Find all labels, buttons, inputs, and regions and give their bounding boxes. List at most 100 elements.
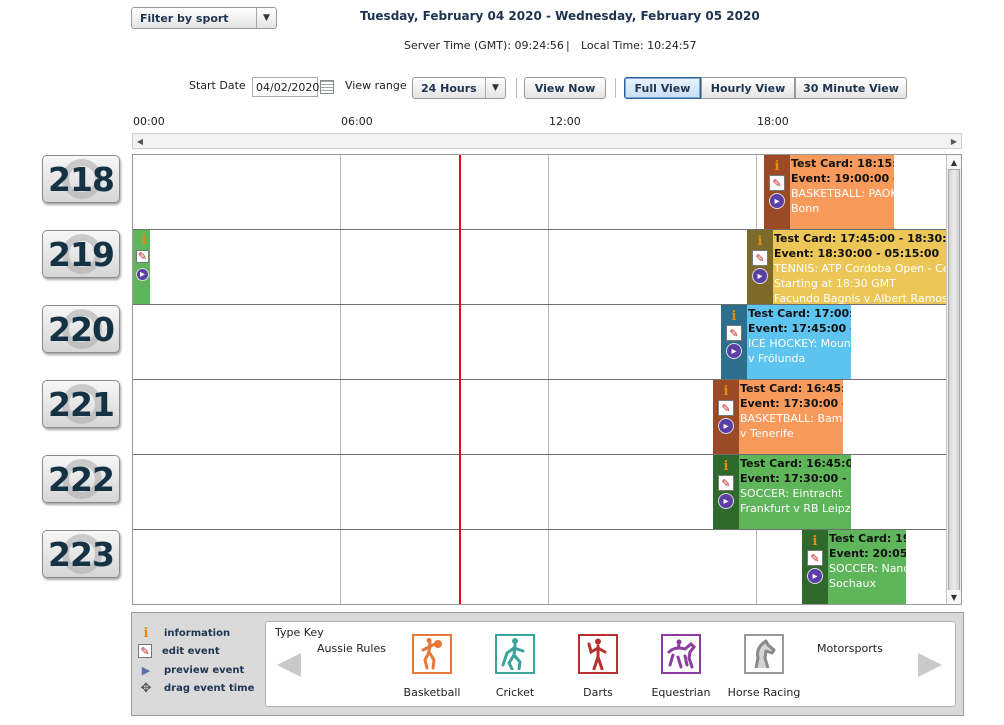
full-view-button[interactable]: Full View [624,77,701,99]
event-title: SOCCER: Nanc [829,562,906,575]
event-time: Event: 20:05:0 [829,547,906,560]
edit-icon[interactable]: ✎ [752,250,768,266]
preview-icon[interactable]: ▸ [718,493,734,509]
scroll-up-icon[interactable]: ▲ [947,155,961,169]
view-range-dropdown[interactable]: 24 Hours ▼ [412,77,506,99]
scroll-down-icon[interactable]: ▼ [947,590,961,604]
event-title: SOCCER: Eintracht [740,487,843,500]
channel-label: 221 [42,380,120,428]
start-date-field[interactable]: 04/02/2020 [252,77,319,97]
legend-edit-label: edit event [162,645,220,657]
info-icon[interactable]: i [769,158,785,174]
darts-icon[interactable] [578,634,618,674]
preview-icon[interactable]: ▸ [769,193,785,209]
event-subtitle: Frankfurt v RB Leipzig [740,502,851,515]
date-range-title: Tuesday, February 04 2020 - Wednesday, F… [360,9,760,23]
edit-icon[interactable]: ✎ [718,400,734,416]
info-icon[interactable]: i [718,458,734,474]
basketball-icon[interactable] [412,634,452,674]
cricket-icon[interactable] [495,634,535,674]
event-time: Event: 17:45:00 - 2 [748,322,851,335]
event-testcard-time: Test Card: 17:00:00 [748,307,851,320]
thirty-minute-view-button[interactable]: 30 Minute View [795,77,907,99]
channel-number: 222 [48,459,115,499]
hourly-view-button[interactable]: Hourly View [701,77,795,99]
sport-label-horse-racing: Horse Racing [727,686,801,699]
event-block[interactable]: i ✎ ▸ Test Card: 16:45:00 Event: 17:30:0… [713,380,843,454]
event-subtitle: Starting at 18:30 GMT [774,277,896,290]
sport-label-equestrian: Equestrian [651,686,711,699]
view-range-value: 24 Hours [421,81,477,95]
toolbar-divider [516,78,517,98]
preview-icon[interactable]: ▸ [718,418,734,434]
event-block[interactable]: i ✎ ▸ Test Card: 17:45:00 - 18:30:00 Eve… [747,230,947,304]
edit-icon[interactable]: ✎ [718,475,734,491]
horizontal-scrollbar[interactable]: ◀ ▶ [132,133,962,149]
event-title: ICE HOCKEY: Moun [748,337,851,350]
tick-label: 06:00 [341,115,373,128]
info-icon[interactable]: i [752,233,768,249]
next-arrow-icon[interactable] [918,653,942,677]
event-subtitle: v Tenerife [740,427,794,440]
info-icon[interactable]: i [136,232,150,248]
filter-by-sport-label: Filter by sport [140,11,229,25]
event-time: Event: 18:30:00 - 05:15:00 [774,247,940,260]
sport-label-aussie-rules[interactable]: Aussie Rules [317,642,386,655]
event-details: Test Card: 19: Event: 20:05:0 SOCCER: Na… [829,531,906,591]
legend-preview-label: preview event [164,664,245,676]
preview-icon[interactable]: ▸ [136,268,149,281]
scroll-right-icon[interactable]: ▶ [947,134,961,148]
legend-information-label: information [164,627,231,639]
prev-arrow-icon[interactable] [277,653,301,677]
server-time: Server Time (GMT): 09:24:56 [404,39,564,52]
event-time: Event: 17:30:00 - 20: [740,472,851,485]
event-subtitle: Bonn [791,202,820,215]
edit-icon[interactable]: ✎ [726,325,742,341]
channel-number: 223 [48,534,115,574]
scrollbar-thumb[interactable] [948,169,960,593]
sport-label-basketball: Basketball [403,686,461,699]
event-participants: Facundo Bagnis v Albert Ramos V [774,292,947,304]
event-block[interactable]: i ✎ ▸ Test Card: 17:00:00 Event: 17:45:0… [721,305,851,379]
event-title: BASKETBALL: Bamb [740,412,843,425]
event-details: Test Card: 16:45:00 Event: 17:30:00 - 2 … [740,381,843,441]
channel-number: 220 [48,309,115,349]
vertical-scrollbar[interactable]: ▲ ▼ [946,155,961,604]
event-block[interactable]: i ✎ ▸ [133,230,150,304]
info-icon: i [143,625,149,641]
edit-icon[interactable]: ✎ [807,550,823,566]
info-icon[interactable]: i [726,308,742,324]
event-details: Test Card: 17:45:00 - 18:30:00 Event: 18… [774,231,947,304]
event-block[interactable]: i ✎ ▸ Test Card: 16:45:00 - Event: 17:30… [713,455,851,529]
scroll-left-icon[interactable]: ◀ [133,134,147,148]
preview-icon[interactable]: ▸ [726,343,742,359]
sport-label-motorsports[interactable]: Motorsports [817,642,883,655]
info-icon[interactable]: i [807,533,823,549]
event-details: Test Card: 18:15:00 Event: 19:00:00 - 2 … [791,156,894,216]
equestrian-icon [667,639,697,669]
view-now-button[interactable]: View Now [524,77,606,99]
edit-icon: ✎ [138,644,152,658]
preview-icon[interactable]: ▸ [752,268,768,284]
legend-information: i information [138,625,231,641]
local-time: Local Time: 10:24:57 [581,39,697,52]
preview-icon[interactable]: ▸ [807,568,823,584]
event-block[interactable]: i ✎ ▸ Test Card: 19: Event: 20:05:0 SOCC… [802,530,906,604]
start-date-label: Start Date [189,79,246,92]
tick-label: 12:00 [549,115,581,128]
event-testcard-time: Test Card: 17:45:00 - 18:30:00 [774,232,947,245]
event-block[interactable]: i ✎ ▸ Test Card: 18:15:00 Event: 19:00:0… [764,155,894,229]
channel-number: 221 [48,384,115,424]
equestrian-icon[interactable] [661,634,701,674]
type-key-panel: Type Key Aussie Rules Basketball Cricket… [265,621,956,707]
chevron-down-icon: ▼ [485,78,505,98]
filter-by-sport-dropdown[interactable]: Filter by sport ▼ [131,7,277,29]
channel-label: 222 [42,455,120,503]
sport-label-darts: Darts [583,686,613,699]
edit-icon[interactable]: ✎ [769,175,785,191]
event-title: BASKETBALL: PAOK [791,187,894,200]
info-icon[interactable]: i [718,383,734,399]
edit-icon[interactable]: ✎ [136,250,149,263]
horse-racing-icon[interactable] [744,634,784,674]
calendar-icon[interactable] [320,80,334,94]
